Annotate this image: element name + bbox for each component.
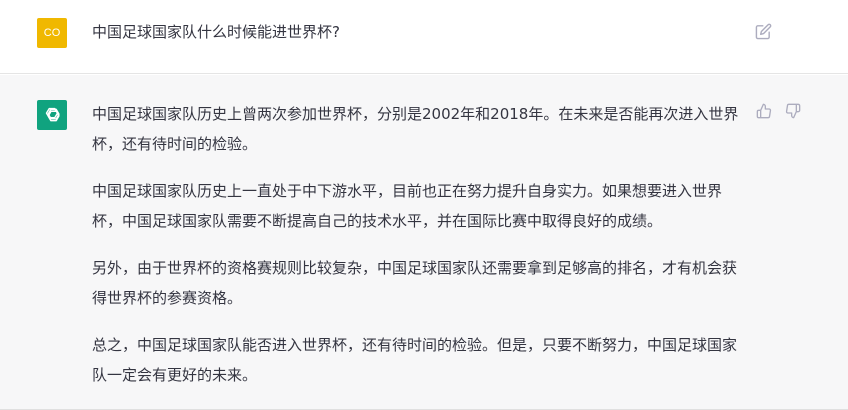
user-message-row: CO 中国足球国家队什么时候能进世界杯?	[0, 0, 848, 74]
answer-paragraph: 中国足球国家队历史上一直处于中下游水平，目前也正在努力提升自身实力。如果想要进入…	[92, 182, 723, 230]
assistant-answer: 中国足球国家队历史上曾两次参加世界杯，分别是2002年和2018年。在未来是否能…	[92, 99, 744, 407]
user-message-text: 中国足球国家队什么时候能进世界杯?	[92, 23, 340, 41]
assistant-avatar	[37, 100, 67, 130]
edit-icon[interactable]	[755, 23, 772, 40]
answer-paragraph: 中国足球国家队历史上曾两次参加世界杯，分别是2002年和2018年。在未来是否能…	[92, 105, 739, 153]
thumbs-down-icon[interactable]	[785, 103, 801, 119]
thumbs-up-icon[interactable]	[756, 103, 772, 119]
user-avatar: CO	[37, 18, 67, 48]
assistant-message-row: 中国足球国家队历史上曾两次参加世界杯，分别是2002年和2018年。在未来是否能…	[0, 75, 848, 410]
openai-logo-icon	[45, 107, 60, 122]
answer-paragraph: 另外，由于世界杯的资格赛规则比较复杂，中国足球国家队还需要拿到足够高的排名，才有…	[92, 259, 738, 307]
answer-paragraph: 总之，中国足球国家队能否进入世界杯，还有待时间的检验。但是，只要不断努力，中国足…	[92, 336, 738, 384]
